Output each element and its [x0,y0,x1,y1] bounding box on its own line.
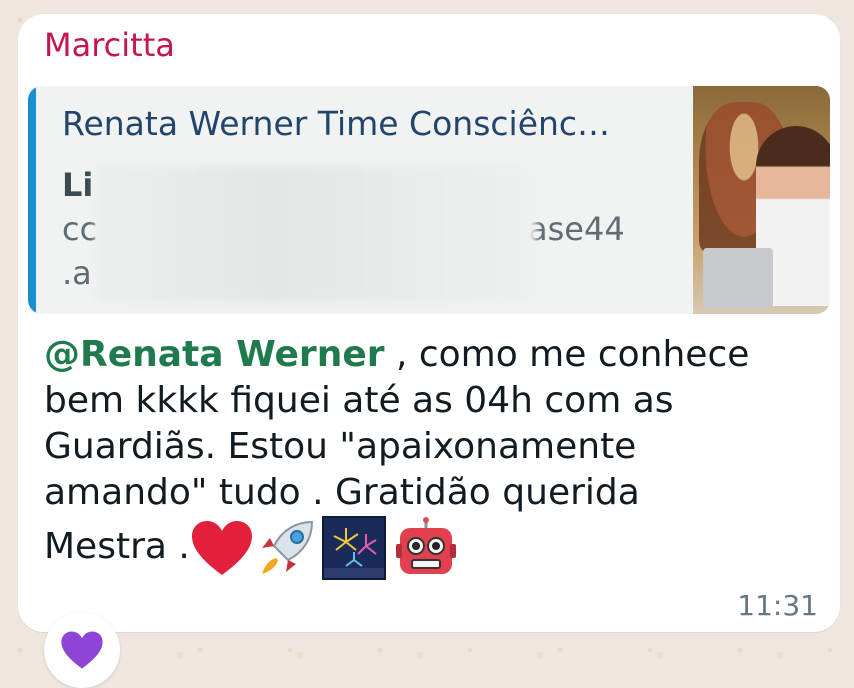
quoted-line-2-end: ase44 [528,210,625,248]
message-line-2: bem kkkk fiquei até as 04h com as [44,380,674,421]
heart-emoji [190,519,254,577]
blurred-content [96,166,536,302]
quoted-line-2-start: cc [62,210,98,248]
quote-accent-bar [28,86,36,314]
message-line-3: Guardiãs. Estou "apaixonamente [44,426,637,467]
robot-emoji [394,516,458,580]
fireworks-emoji [321,516,386,580]
message-line-5: Mestra . [44,516,824,580]
quoted-message[interactable]: Renata Werner Time Consciênc… Li cc ase4… [28,86,830,314]
message-bubble[interactable]: Marcitta Renata Werner Time Consciênc… L… [18,14,840,632]
quoted-title: Renata Werner Time Consciênc… [62,104,611,143]
quoted-line-1: Li [62,166,94,204]
message-line-4: amando" tudo . Gratidão querida [44,472,640,513]
message-timestamp: 11:31 [737,589,818,622]
message-line-1: @Renata Werner , como me conhece [44,332,824,378]
rocket-emoji [254,516,318,580]
quoted-line-3: .a [62,254,92,292]
message-line-5-text: Mestra . [44,526,190,567]
sender-name[interactable]: Marcitta [44,26,175,64]
thumbnail-laptop [703,248,773,308]
message-line-1-text: , como me conhece [384,334,750,375]
quoted-thumbnail [693,86,830,314]
mention-link[interactable]: @Renata Werner [44,334,385,375]
reaction-badge[interactable] [44,612,120,688]
message-text: @Renata Werner , como me conhece bem kkk… [44,332,824,580]
